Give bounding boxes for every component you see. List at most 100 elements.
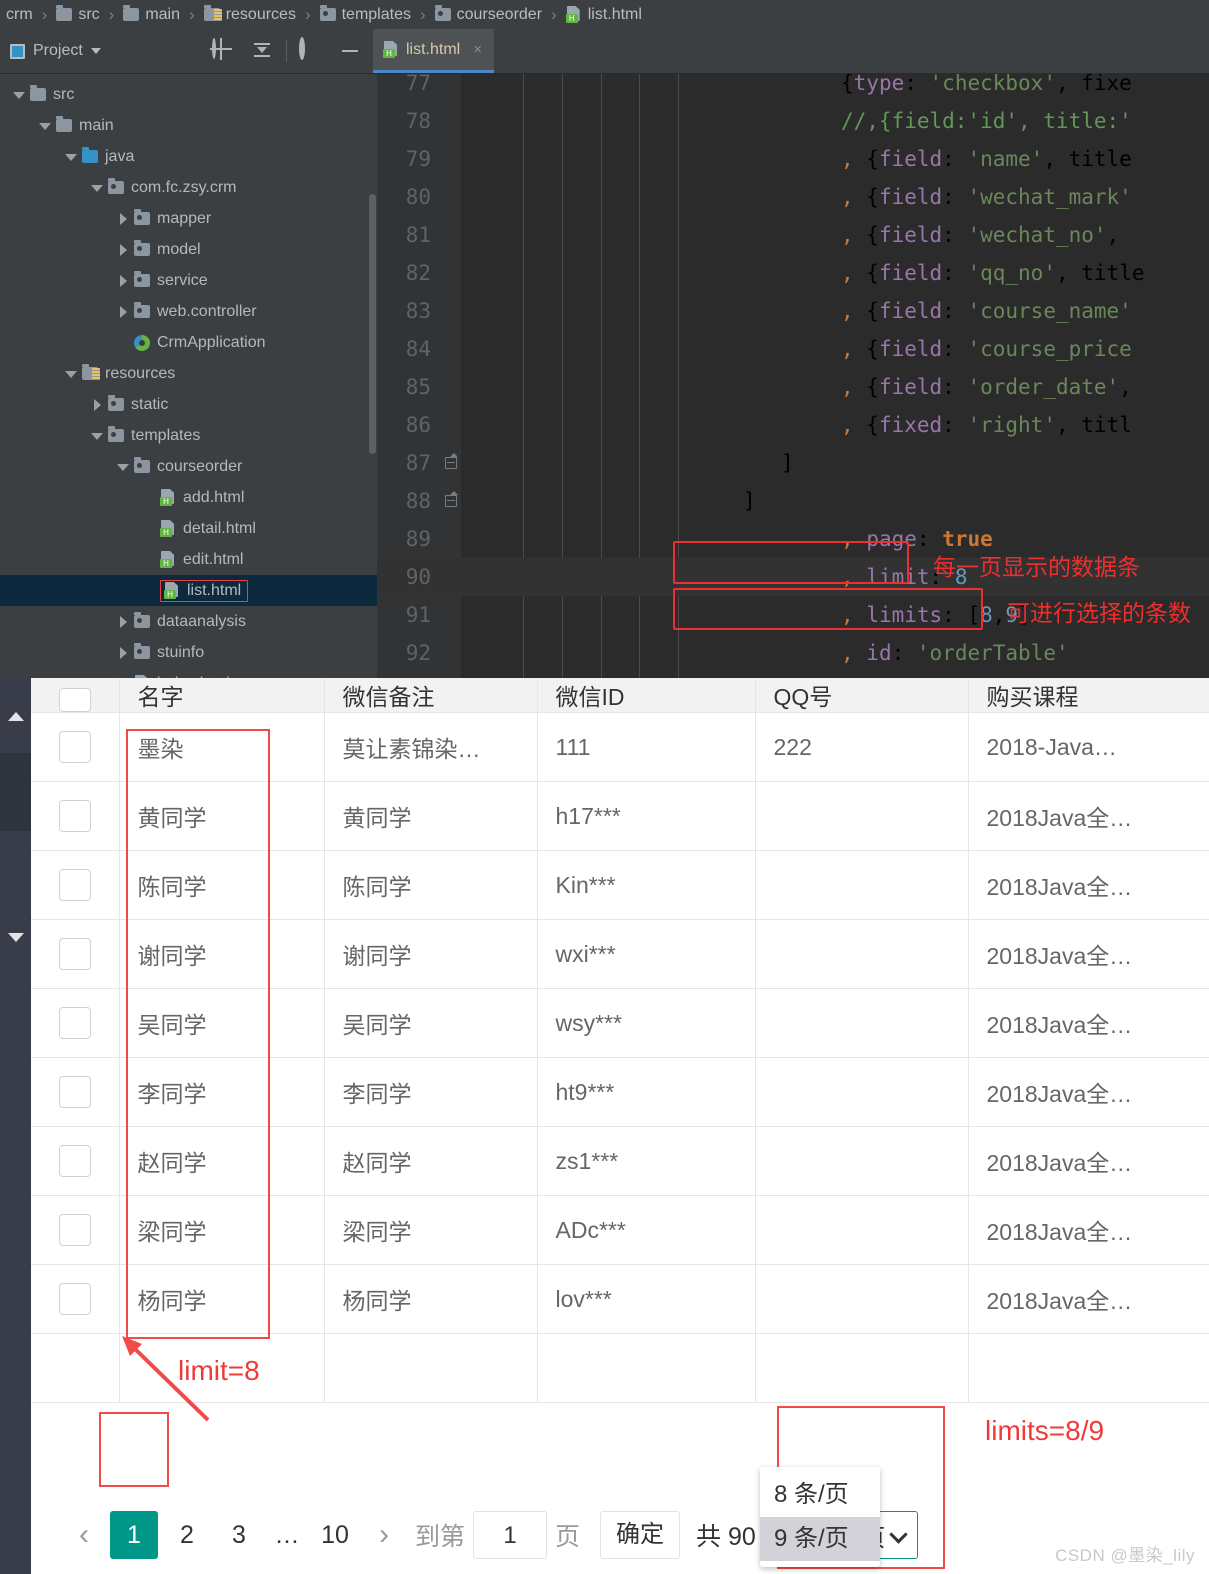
project-label: Project (33, 42, 83, 59)
code-text: , {field: 'qq_no', title (841, 261, 1145, 285)
chevron-down-icon[interactable] (90, 429, 104, 443)
table-cell-wechat: wxi*** (537, 919, 756, 989)
tree-item-resources[interactable]: resources (0, 358, 377, 389)
per-page-dropdown-menu[interactable]: 8 条/页 9 条/页 (760, 1467, 880, 1567)
pagination-prev-button[interactable]: ‹ (61, 1518, 107, 1552)
code-text: , {field: 'name', title (841, 147, 1132, 171)
tree-item-add-html[interactable]: Hadd.html (0, 482, 377, 513)
code-line: 84 , {field: 'course_price (377, 330, 1209, 368)
breadcrumb-item-list-html[interactable]: Hlist.html (565, 6, 642, 24)
row-checkbox[interactable] (58, 800, 91, 832)
code-editor[interactable]: 77 {type: 'checkbox', fixe 78 //,{field:'id… (377, 74, 1209, 700)
close-icon[interactable]: × (473, 41, 482, 58)
pagination-page-1[interactable]: 1 (110, 1511, 158, 1559)
line-number: 84 (405, 337, 431, 361)
breadcrumb-item-courseorder[interactable]: courseorder (434, 5, 543, 24)
breadcrumb-item-main[interactable]: main (123, 5, 180, 24)
per-page-option-8[interactable]: 8 条/页 (760, 1473, 880, 1517)
ide-toolbar: Project H list.html × (0, 29, 1209, 74)
code-text: , id: 'orderTable' (841, 641, 1069, 665)
breadcrumb-item-src[interactable]: src (56, 5, 100, 24)
tree-item-java[interactable]: java (0, 141, 377, 172)
chevron-right-icon[interactable] (116, 243, 130, 257)
chevron-down-icon[interactable] (38, 119, 52, 133)
scroll-down-icon[interactable] (8, 933, 24, 942)
chevron-right-icon[interactable] (116, 212, 130, 226)
row-checkbox[interactable] (58, 1283, 91, 1315)
tree-item-label: model (157, 240, 201, 258)
annotation-text-limits: 可进行选择的条数 (1007, 600, 1191, 626)
tree-item-courseorder[interactable]: courseorder (0, 451, 377, 482)
minimize-icon[interactable] (339, 40, 361, 62)
tree-item-edit-html[interactable]: Hedit.html (0, 544, 377, 575)
table-cell-wechat: wsy*** (537, 988, 756, 1058)
row-checkbox[interactable] (58, 1076, 91, 1108)
editor-tab-list-html[interactable]: H list.html × (373, 29, 494, 73)
chevron-right-icon[interactable] (116, 615, 130, 629)
rail-active-block (0, 753, 31, 831)
pagination-page-2[interactable]: 2 (161, 1521, 213, 1550)
tree-scrollbar[interactable] (369, 194, 376, 454)
chevron-down-icon[interactable] (64, 150, 78, 164)
select-all-checkbox[interactable] (58, 687, 91, 712)
project-tool-window-button[interactable]: Project (0, 29, 200, 73)
tree-item-stuinfo[interactable]: stuinfo (0, 637, 377, 668)
locate-icon[interactable] (212, 38, 234, 62)
collapse-all-icon[interactable] (252, 40, 274, 62)
tree-item-dataanalysis[interactable]: dataanalysis (0, 606, 377, 637)
row-checkbox[interactable] (58, 1214, 91, 1246)
breadcrumb-item-templates[interactable]: templates (319, 5, 411, 24)
code-line: 87] (377, 444, 1209, 482)
breadcrumb-label: courseorder (456, 5, 543, 23)
tree-item-static[interactable]: static (0, 389, 377, 420)
breadcrumb-item-resources[interactable]: resources (203, 5, 296, 24)
pagination-bar: ‹123…10›到第1页确定共 90 条9 条/页 (31, 1496, 1209, 1574)
row-checkbox[interactable] (58, 938, 91, 970)
pagination-page-last[interactable]: 10 (309, 1521, 361, 1550)
tree-item-detail-html[interactable]: Hdetail.html (0, 513, 377, 544)
row-checkbox[interactable] (58, 1145, 91, 1177)
chevron-right-icon[interactable] (116, 274, 130, 288)
row-checkbox-cell (31, 1195, 120, 1265)
tree-item-com-fc-zsy-crm[interactable]: com.fc.zsy.crm (0, 172, 377, 203)
table-cell-wechat: 111 (537, 712, 756, 782)
pagination-confirm-button[interactable]: 确定 (600, 1511, 681, 1559)
table-cell-course: 2018Java全… (968, 1126, 1209, 1196)
row-checkbox[interactable] (58, 731, 91, 763)
tree-item-service[interactable]: service (0, 265, 377, 296)
scroll-up-icon[interactable] (8, 712, 24, 721)
tree-item-templates[interactable]: templates (0, 420, 377, 451)
pagination-page-3[interactable]: 3 (213, 1521, 265, 1550)
chevron-down-icon[interactable] (90, 181, 104, 195)
table-header-cell: 名字 (119, 678, 325, 713)
tree-item-crmapplication[interactable]: CrmApplication (0, 327, 377, 358)
code-text: , {field: 'wechat_mark' (841, 185, 1132, 209)
chevron-right-icon[interactable] (90, 398, 104, 412)
package-folder-icon (108, 178, 124, 194)
tree-item-label: list.html (187, 581, 242, 599)
breadcrumb-item-crm[interactable]: crm (0, 6, 33, 24)
chevron-right-icon[interactable] (116, 646, 130, 660)
chevron-down-icon[interactable] (12, 88, 26, 102)
tree-item-model[interactable]: model (0, 234, 377, 265)
chevron-down-icon[interactable] (64, 367, 78, 381)
tree-item-content: java (82, 147, 134, 166)
code-fold-toggle[interactable] (445, 453, 458, 469)
tree-item-web-controller[interactable]: web.controller (0, 296, 377, 327)
tree-item-list-html[interactable]: Hlist.html (0, 575, 377, 606)
chevron-down-icon[interactable] (116, 460, 130, 474)
pagination-goto-input[interactable]: 1 (473, 1511, 548, 1559)
tree-item-src[interactable]: src (0, 79, 377, 110)
pagination-next-button[interactable]: › (361, 1518, 407, 1552)
chevron-right-icon[interactable] (116, 305, 130, 319)
toolbar-icon-group (200, 29, 286, 73)
row-checkbox[interactable] (58, 869, 91, 901)
tree-item-main[interactable]: main (0, 110, 377, 141)
per-page-option-9[interactable]: 9 条/页 (760, 1517, 880, 1561)
code-fold-toggle[interactable] (445, 491, 458, 507)
tree-item-content: courseorder (134, 457, 242, 476)
tree-item-mapper[interactable]: mapper (0, 203, 377, 234)
row-checkbox[interactable] (58, 1007, 91, 1039)
settings-gear-icon[interactable] (299, 37, 321, 62)
